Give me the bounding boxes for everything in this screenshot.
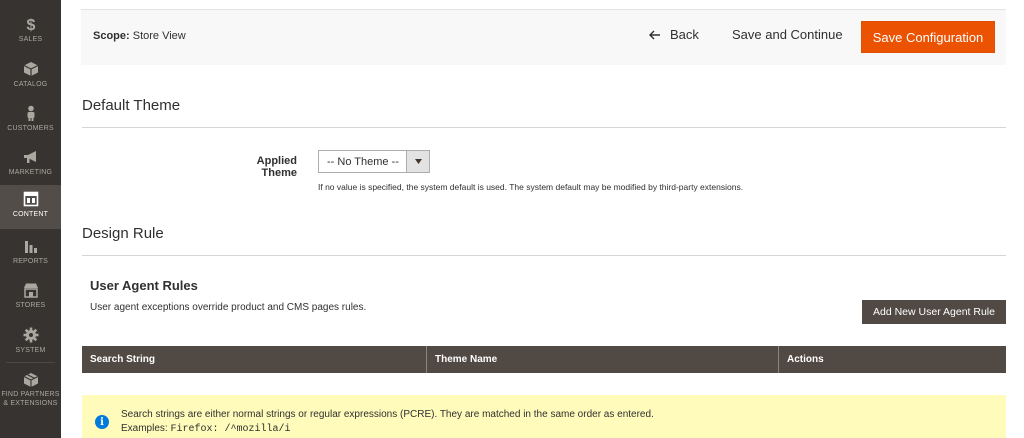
- nav-item-system[interactable]: SYSTEM: [0, 321, 61, 365]
- applied-theme-note: If no value is specified, the system def…: [318, 182, 744, 192]
- default-theme-title: Default Theme: [82, 97, 181, 114]
- nav-item-find-partners[interactable]: FIND PARTNERS & EXTENSIONS: [0, 366, 61, 426]
- page-actions-bar: Scope: Store View Back Save and Continue…: [81, 9, 1006, 65]
- nav-label-line1: FIND PARTNERS: [1, 391, 60, 398]
- info-icon: i: [95, 415, 109, 429]
- save-configuration-button[interactable]: Save Configuration: [861, 21, 995, 53]
- scope-indicator: Scope: Store View: [93, 30, 186, 42]
- person-icon: [27, 105, 34, 121]
- megaphone-icon: [23, 151, 36, 163]
- app: $ SALES CATALOG CUSTOMERS MARKETING CONT…: [0, 0, 1024, 438]
- layout-icon: [23, 191, 38, 207]
- column-header-theme-name: Theme Name: [427, 346, 779, 373]
- nav-item-catalog[interactable]: CATALOG: [0, 55, 61, 99]
- user-agent-rules-table-header: Search String Theme Name Actions: [82, 346, 1006, 373]
- arrow-left-icon: [649, 30, 660, 39]
- nav-item-sales[interactable]: $ SALES: [0, 10, 61, 54]
- svg-text:$: $: [26, 17, 35, 32]
- applied-theme-select[interactable]: -- No Theme --: [318, 150, 430, 173]
- notice-text: Search strings are either normal strings…: [121, 408, 654, 437]
- applied-theme-value: -- No Theme --: [327, 155, 399, 168]
- nav-label: STORES: [15, 302, 46, 309]
- nav-item-marketing[interactable]: MARKETING: [0, 143, 61, 187]
- back-label: Back: [670, 27, 699, 42]
- main-content: Scope: Store View Back Save and Continue…: [61, 0, 1024, 438]
- nav-label: MARKETING: [8, 169, 53, 176]
- dropdown-arrow[interactable]: [406, 151, 429, 172]
- notice-examples: Examples: Firefox: /^mozilla/i: [121, 422, 654, 437]
- gear-icon: [23, 327, 38, 343]
- nav-item-stores[interactable]: STORES: [0, 276, 61, 320]
- applied-theme-label: Applied Theme: [256, 155, 297, 179]
- examples-label: Examples:: [121, 423, 168, 434]
- dollar-icon: $: [26, 17, 35, 32]
- scope-value: Store View: [132, 30, 186, 42]
- admin-sidebar: $ SALES CATALOG CUSTOMERS MARKETING CONT…: [0, 0, 61, 438]
- nav-item-content[interactable]: CONTENT: [0, 185, 61, 229]
- bar-chart-icon: [24, 241, 37, 253]
- partner-cube-icon: [23, 373, 38, 387]
- column-header-actions: Actions: [787, 354, 824, 365]
- add-new-user-agent-rule-button[interactable]: Add New User Agent Rule: [862, 300, 1006, 324]
- sidebar-divider: [6, 362, 55, 363]
- scope-label: Scope:: [93, 30, 130, 42]
- design-rule-title: Design Rule: [82, 225, 164, 242]
- nav-item-customers[interactable]: CUSTOMERS: [0, 99, 61, 143]
- back-button[interactable]: Back: [649, 27, 699, 42]
- nav-label-line2: & EXTENSIONS: [3, 400, 58, 407]
- storefront-icon: [23, 283, 38, 298]
- section-divider: [82, 127, 1006, 128]
- notice-line: Search strings are either normal strings…: [121, 409, 654, 420]
- triangle-down-icon: [414, 159, 422, 164]
- nav-label: SALES: [18, 36, 43, 43]
- section-divider: [82, 255, 1006, 256]
- examples-code: Firefox: /^mozilla/i: [170, 424, 291, 435]
- nav-label: CUSTOMERS: [7, 125, 54, 132]
- nav-label: SYSTEM: [15, 347, 46, 354]
- user-agent-rules-title: User Agent Rules: [90, 278, 198, 293]
- nav-label: CATALOG: [13, 81, 48, 88]
- column-header-search-string: Search String: [82, 346, 427, 373]
- nav-label: CONTENT: [12, 211, 49, 218]
- nav-item-reports[interactable]: REPORTS: [0, 232, 61, 276]
- cube-icon: [23, 62, 38, 76]
- user-agent-rules-desc: User agent exceptions override product a…: [90, 302, 367, 313]
- nav-label: REPORTS: [12, 258, 49, 265]
- save-and-continue-button[interactable]: Save and Continue: [732, 27, 843, 42]
- info-notice: i Search strings are either normal strin…: [82, 395, 1006, 438]
